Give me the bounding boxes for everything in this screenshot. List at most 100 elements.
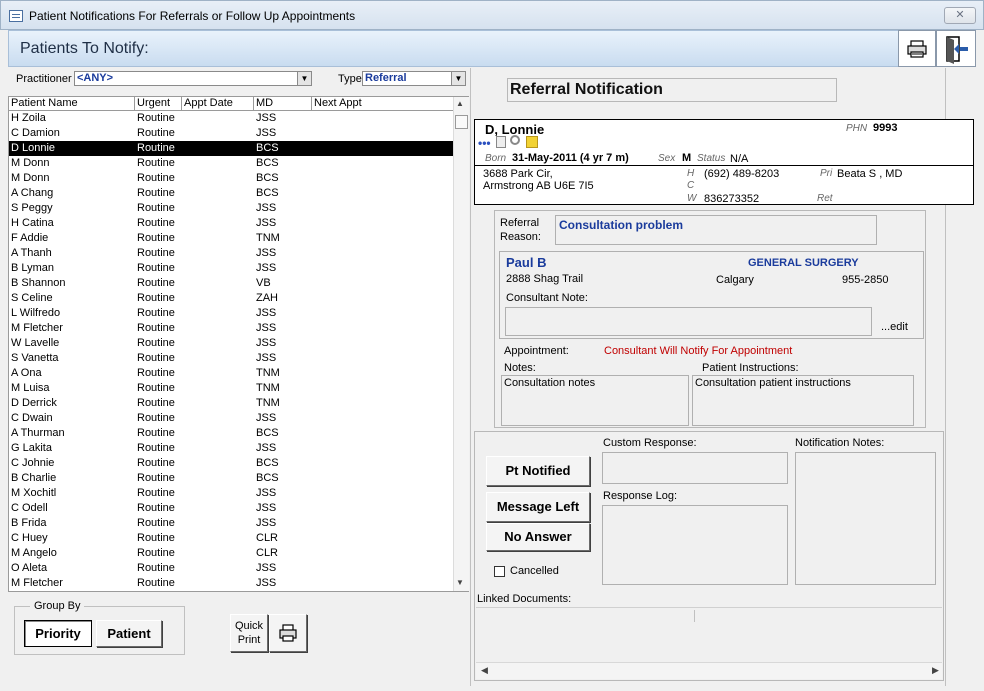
- cell-next-appt: [312, 576, 453, 591]
- table-row[interactable]: O Aleta Routine JSS: [9, 561, 453, 576]
- cell-urgent: Routine: [137, 502, 175, 514]
- table-row[interactable]: A Thurman Routine BCS: [9, 426, 453, 441]
- cell-patient-name: C Odell: [11, 502, 48, 514]
- cell-patient-name: G Lakita: [11, 442, 52, 454]
- patients-grid[interactable]: Patient Name Urgent Appt Date MD Next Ap…: [8, 96, 469, 592]
- table-row[interactable]: S Peggy Routine JSS: [9, 201, 453, 216]
- table-row[interactable]: L Wilfredo Routine JSS: [9, 306, 453, 321]
- table-row[interactable]: B Frida Routine JSS: [9, 516, 453, 531]
- scroll-left-icon[interactable]: ◀: [481, 665, 488, 676]
- table-row[interactable]: S Vanetta Routine JSS: [9, 351, 453, 366]
- cell-next-appt: [312, 441, 453, 456]
- linked-documents-hscroll[interactable]: ◀ ▶: [476, 662, 942, 679]
- group-priority-button[interactable]: Priority: [24, 620, 92, 647]
- note-icon[interactable]: [526, 136, 538, 148]
- consultant-note-field[interactable]: [505, 307, 872, 336]
- grid-scrollbar[interactable]: ▲ ▼: [453, 97, 469, 591]
- chevron-down-icon[interactable]: ▼: [297, 72, 311, 85]
- cell-patient-name: A Ona: [11, 367, 42, 379]
- cell-next-appt: [312, 411, 453, 426]
- cell-patient-name: A Thanh: [11, 247, 52, 259]
- patient-instructions-field[interactable]: Consultation patient instructions: [692, 375, 914, 426]
- message-left-button[interactable]: Message Left: [486, 492, 590, 522]
- table-row[interactable]: M Donn Routine BCS: [9, 171, 453, 186]
- cell-next-appt: [312, 471, 453, 486]
- grid-print-button[interactable]: [269, 614, 307, 652]
- exit-button[interactable]: [936, 30, 976, 67]
- table-row[interactable]: S Celine Routine ZAH: [9, 291, 453, 306]
- quick-print-label-1: Quick: [234, 620, 264, 632]
- table-row[interactable]: H Catina Routine JSS: [9, 216, 453, 231]
- table-row[interactable]: M Fletcher Routine JSS: [9, 576, 453, 591]
- notes-field[interactable]: Consultation notes: [501, 375, 689, 426]
- cell-appt-date: [182, 531, 254, 546]
- scroll-up-icon[interactable]: ▲: [456, 99, 464, 108]
- edit-link[interactable]: ...edit: [881, 321, 908, 333]
- scroll-down-icon[interactable]: ▼: [456, 578, 464, 587]
- document-icon[interactable]: [496, 136, 506, 148]
- magnifier-icon[interactable]: [510, 135, 520, 145]
- table-row[interactable]: C Damion Routine JSS: [9, 126, 453, 141]
- column-header-next-appt[interactable]: Next Appt: [312, 97, 453, 111]
- scrollbar-thumb[interactable]: [455, 115, 468, 129]
- table-row[interactable]: A Ona Routine TNM: [9, 366, 453, 381]
- table-row[interactable]: D Lonnie Routine BCS: [9, 141, 453, 156]
- appointment-label: Appointment:: [504, 345, 569, 357]
- column-header-appt-date[interactable]: Appt Date: [182, 97, 254, 111]
- column-header-urgent[interactable]: Urgent: [135, 97, 182, 111]
- print-button[interactable]: [898, 30, 936, 67]
- table-row[interactable]: H Zoila Routine JSS: [9, 111, 453, 126]
- cell-urgent: Routine: [137, 187, 175, 199]
- table-row[interactable]: B Charlie Routine BCS: [9, 471, 453, 486]
- cancelled-checkbox[interactable]: [494, 566, 505, 577]
- table-row[interactable]: C Huey Routine CLR: [9, 531, 453, 546]
- table-row[interactable]: C Odell Routine JSS: [9, 501, 453, 516]
- linked-documents-list[interactable]: [476, 607, 942, 662]
- group-patient-button[interactable]: Patient: [96, 620, 162, 647]
- chevron-down-icon[interactable]: ▼: [451, 72, 465, 85]
- notification-notes-field[interactable]: [795, 452, 936, 585]
- patient-card: D, Lonnie PHN 9993 ••• Born 31-May-2011 …: [474, 119, 974, 205]
- table-row[interactable]: C Dwain Routine JSS: [9, 411, 453, 426]
- table-row[interactable]: M Donn Routine BCS: [9, 156, 453, 171]
- table-row[interactable]: B Lyman Routine JSS: [9, 261, 453, 276]
- table-row[interactable]: A Thanh Routine JSS: [9, 246, 453, 261]
- cell-next-appt: [312, 231, 453, 246]
- close-window-button[interactable]: ✕: [944, 7, 976, 24]
- table-row[interactable]: M Luisa Routine TNM: [9, 381, 453, 396]
- table-row[interactable]: B Shannon Routine VB: [9, 276, 453, 291]
- table-row[interactable]: C Johnie Routine BCS: [9, 456, 453, 471]
- table-row[interactable]: D Derrick Routine TNM: [9, 396, 453, 411]
- pt-notified-button[interactable]: Pt Notified: [486, 456, 590, 486]
- table-row[interactable]: M Fletcher Routine JSS: [9, 321, 453, 336]
- card-divider: [475, 165, 973, 166]
- practitioner-select[interactable]: <ANY> ▼: [74, 71, 312, 86]
- cell-md: JSS: [256, 487, 277, 499]
- custom-response-field[interactable]: [602, 452, 788, 484]
- column-header-patient-name[interactable]: Patient Name: [9, 97, 135, 111]
- table-row[interactable]: W Lavelle Routine JSS: [9, 336, 453, 351]
- table-row[interactable]: A Chang Routine BCS: [9, 186, 453, 201]
- cell-next-appt: [312, 501, 453, 516]
- type-select[interactable]: Referral ▼: [362, 71, 466, 86]
- cell-patient-name: H Zoila: [11, 112, 46, 124]
- table-row[interactable]: F Addie Routine TNM: [9, 231, 453, 246]
- scroll-right-icon[interactable]: ▶: [932, 665, 939, 676]
- table-row[interactable]: M Angelo Routine CLR: [9, 546, 453, 561]
- referral-reason-field[interactable]: Consultation problem: [555, 215, 877, 245]
- column-header-md[interactable]: MD: [254, 97, 312, 111]
- cell-next-appt: [312, 456, 453, 471]
- cell-appt-date: [182, 201, 254, 216]
- cell-appt-date: [182, 351, 254, 366]
- quick-print-button[interactable]: Quick Print: [230, 614, 268, 652]
- patient-instructions-label: Patient Instructions:: [702, 362, 799, 374]
- window-title: Patient Notifications For Referrals or F…: [29, 9, 356, 23]
- page-title: Patients To Notify:: [20, 40, 149, 57]
- notification-title: Referral Notification: [507, 78, 837, 102]
- more-icon[interactable]: •••: [478, 136, 491, 150]
- table-row[interactable]: G Lakita Routine JSS: [9, 441, 453, 456]
- cell-urgent: Routine: [137, 547, 175, 559]
- no-answer-button[interactable]: No Answer: [486, 523, 590, 551]
- table-row[interactable]: M Xochitl Routine JSS: [9, 486, 453, 501]
- cell-next-appt: [312, 276, 453, 291]
